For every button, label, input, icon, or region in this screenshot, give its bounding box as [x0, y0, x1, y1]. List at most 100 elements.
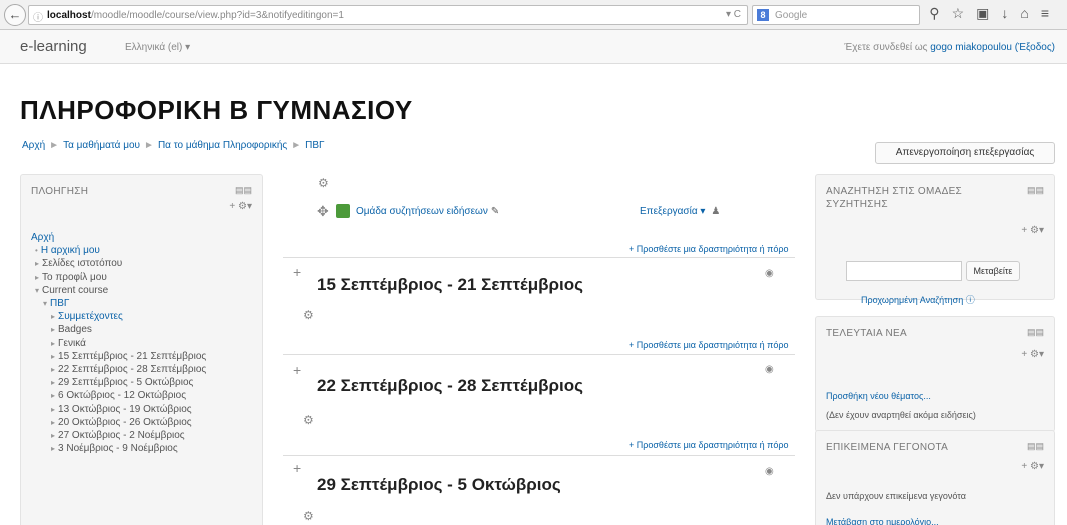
eye-icon[interactable]: ◉	[765, 364, 774, 375]
settings-cog-icon[interactable]: ⚙	[318, 176, 329, 190]
nav-item[interactable]: ▾ ΠΒΓ	[31, 297, 206, 310]
turn-editing-off-button[interactable]: Απενεργοποίηση επεξεργασίας	[875, 142, 1055, 164]
collapsed-arrow-icon[interactable]: ▸	[51, 325, 55, 334]
nav-item-label[interactable]: 6 Οκτώβριος - 12 Οκτώβριος	[58, 390, 186, 401]
settings-cog-icon[interactable]: ⚙	[303, 308, 314, 322]
edit-menu-label[interactable]: Επεξεργασία ▾	[640, 206, 705, 217]
expanded-arrow-icon[interactable]: ▾	[43, 299, 47, 308]
nav-item-label[interactable]: 27 Οκτώβριος - 2 Νοέμβριος	[58, 430, 185, 441]
calendar-link[interactable]: Μετάβαση στο ημερολόγιο...	[826, 517, 939, 525]
nav-item-label[interactable]: Το προφίλ μου	[42, 272, 107, 283]
group-mode-icon[interactable]: ♟	[711, 206, 720, 217]
news-forum-label[interactable]: Ομάδα συζητήσεων ειδήσεων	[356, 206, 488, 217]
forum-search-input[interactable]	[846, 261, 962, 281]
breadcrumb-my-courses[interactable]: Τα μαθήματά μου	[63, 140, 140, 151]
nav-item-label[interactable]: ΠΒΓ	[50, 298, 69, 309]
collapsed-arrow-icon[interactable]: ▸	[51, 431, 55, 440]
edit-title-icon[interactable]: ✎	[491, 206, 499, 217]
collapsed-arrow-icon[interactable]: ▸	[35, 273, 39, 282]
settings-cog-icon[interactable]: ⚙	[303, 413, 314, 427]
nav-item[interactable]: ▸ 6 Οκτώβριος - 12 Οκτώβριος	[31, 389, 206, 402]
nav-item[interactable]: ▸ 29 Σεπτέμβριος - 5 Οκτώβριος	[31, 376, 206, 389]
nav-item[interactable]: ▸ 27 Οκτώβριος - 2 Νοέμβριος	[31, 429, 206, 442]
eye-icon[interactable]: ◉	[765, 466, 774, 477]
reading-list-icon[interactable]: ▣	[976, 5, 1001, 21]
collapsed-arrow-icon[interactable]: ▸	[51, 378, 55, 387]
nav-item[interactable]: • Η αρχική μου	[31, 244, 206, 257]
collapsed-arrow-icon[interactable]: ▸	[51, 339, 55, 348]
block-actions-icon[interactable]: + ⚙▾	[1021, 461, 1044, 472]
user-link[interactable]: gogo miakopoulou	[930, 42, 1012, 53]
menu-icon[interactable]: ≡	[1041, 5, 1061, 21]
nav-item[interactable]: ▸ Γενικά	[31, 337, 206, 350]
move-icon[interactable]: +	[293, 264, 301, 280]
breadcrumb-course[interactable]: ΠΒΓ	[305, 140, 324, 151]
nav-item-label[interactable]: 15 Σεπτέμβριος - 21 Σεπτέμβριος	[58, 351, 206, 362]
block-actions-icon[interactable]: + ⚙▾	[1021, 225, 1044, 236]
reload-icon[interactable]: ▾ C	[726, 9, 741, 20]
nav-item[interactable]: ▸ 3 Νοέμβριος - 9 Νοέμβριος	[31, 442, 206, 455]
nav-item[interactable]: ▸ 20 Οκτώβριος - 26 Οκτώβριος	[31, 416, 206, 429]
nav-item[interactable]: ▾ Current course	[31, 284, 206, 297]
logout-link[interactable]: (Έξοδος)	[1015, 42, 1055, 53]
address-bar[interactable]: ⓘ localhost /moodle/moodle/course/view.p…	[28, 5, 748, 25]
nav-item-label[interactable]: 20 Οκτώβριος - 26 Οκτώβριος	[58, 417, 192, 428]
move-icon[interactable]: +	[293, 362, 301, 378]
nav-item-label[interactable]: 13 Οκτώβριος - 19 Οκτώβριος	[58, 404, 192, 415]
nav-item[interactable]: Αρχή	[31, 231, 206, 244]
search-icon[interactable]: ⚲	[929, 5, 951, 21]
nav-item[interactable]: ▸ 13 Οκτώβριος - 19 Οκτώβριος	[31, 403, 206, 416]
forum-search-button[interactable]: Μεταβείτε	[966, 261, 1020, 281]
nav-item-label[interactable]: 29 Σεπτέμβριος - 5 Οκτώβριος	[58, 377, 193, 388]
expanded-arrow-icon[interactable]: ▾	[35, 286, 39, 295]
nav-item[interactable]: ▸ Badges	[31, 323, 206, 336]
language-menu[interactable]: Ελληνικά (el) ▾	[125, 42, 190, 53]
collapsed-arrow-icon[interactable]: ▸	[35, 259, 39, 268]
collapsed-arrow-icon[interactable]: ▸	[51, 405, 55, 414]
collapsed-arrow-icon[interactable]: ▸	[51, 418, 55, 427]
collapsed-arrow-icon[interactable]: ▸	[51, 365, 55, 374]
eye-icon[interactable]: ◉	[765, 268, 774, 279]
dock-icon[interactable]: ▤▤	[1027, 441, 1044, 452]
bullet-icon[interactable]: •	[35, 246, 38, 255]
nav-item[interactable]: ▸ 15 Σεπτέμβριος - 21 Σεπτέμβριος	[31, 350, 206, 363]
dock-icon[interactable]: ▤▤	[1027, 327, 1044, 338]
collapsed-arrow-icon[interactable]: ▸	[51, 312, 55, 321]
breadcrumb-course-category[interactable]: Πα το μάθημα Πληροφορικής	[158, 140, 287, 151]
nav-item-label[interactable]: Badges	[58, 324, 92, 335]
nav-item-label[interactable]: 22 Σεπτέμβριος - 28 Σεπτέμβριος	[58, 364, 206, 375]
download-icon[interactable]: ↓	[1001, 5, 1020, 21]
site-info-icon[interactable]: ⓘ	[33, 9, 43, 24]
move-icon[interactable]: +	[293, 460, 301, 476]
nav-item-label[interactable]: Η αρχική μου	[41, 245, 100, 256]
nav-item-label[interactable]: Σελίδες ιστοτόπου	[42, 258, 122, 269]
nav-item[interactable]: ▸ Σελίδες ιστοτόπου	[31, 257, 206, 270]
nav-item[interactable]: ▸ Το προφίλ μου	[31, 271, 206, 284]
nav-item-label[interactable]: Συμμετέχοντες	[58, 311, 123, 322]
breadcrumb-home[interactable]: Αρχή	[22, 140, 45, 151]
back-button[interactable]: ←	[4, 4, 26, 26]
dock-icon[interactable]: ▤▤	[235, 185, 252, 196]
nav-item[interactable]: ▸ Συμμετέχοντες	[31, 310, 206, 323]
add-activity-link[interactable]: + Προσθέστε μια δραστηριότητα ή πόρο	[629, 244, 788, 254]
collapsed-arrow-icon[interactable]: ▸	[51, 391, 55, 400]
news-forum-link[interactable]: Ομάδα συζητήσεων ειδήσεων ✎	[356, 206, 499, 217]
edit-menu[interactable]: Επεξεργασία ▾ ♟	[640, 206, 720, 217]
advanced-search-link[interactable]: Προχωρημένη Αναζήτηση ⓘ	[861, 293, 975, 306]
browser-search-box[interactable]: 8 Google	[752, 5, 920, 25]
nav-item-label[interactable]: Αρχή	[31, 232, 54, 243]
add-activity-link[interactable]: + Προσθέστε μια δραστηριότητα ή πόρο	[629, 340, 788, 350]
bookmark-star-icon[interactable]: ☆	[952, 5, 977, 21]
collapsed-arrow-icon[interactable]: ▸	[51, 352, 55, 361]
block-actions-icon[interactable]: + ⚙▾	[1021, 349, 1044, 360]
add-topic-link[interactable]: Προσθήκη νέου θέματος...	[826, 391, 931, 401]
add-activity-link[interactable]: + Προσθέστε μια δραστηριότητα ή πόρο	[629, 440, 788, 450]
nav-item-label[interactable]: Γενικά	[58, 338, 86, 349]
settings-cog-icon[interactable]: ⚙	[303, 509, 314, 523]
site-brand[interactable]: e-learning	[20, 38, 87, 55]
nav-item-label[interactable]: Current course	[42, 285, 108, 296]
google-icon[interactable]: 8	[757, 9, 769, 21]
move-icon[interactable]: ✥	[317, 203, 329, 220]
home-icon[interactable]: ⌂	[1020, 5, 1040, 21]
nav-item-label[interactable]: 3 Νοέμβριος - 9 Νοέμβριος	[58, 443, 178, 454]
